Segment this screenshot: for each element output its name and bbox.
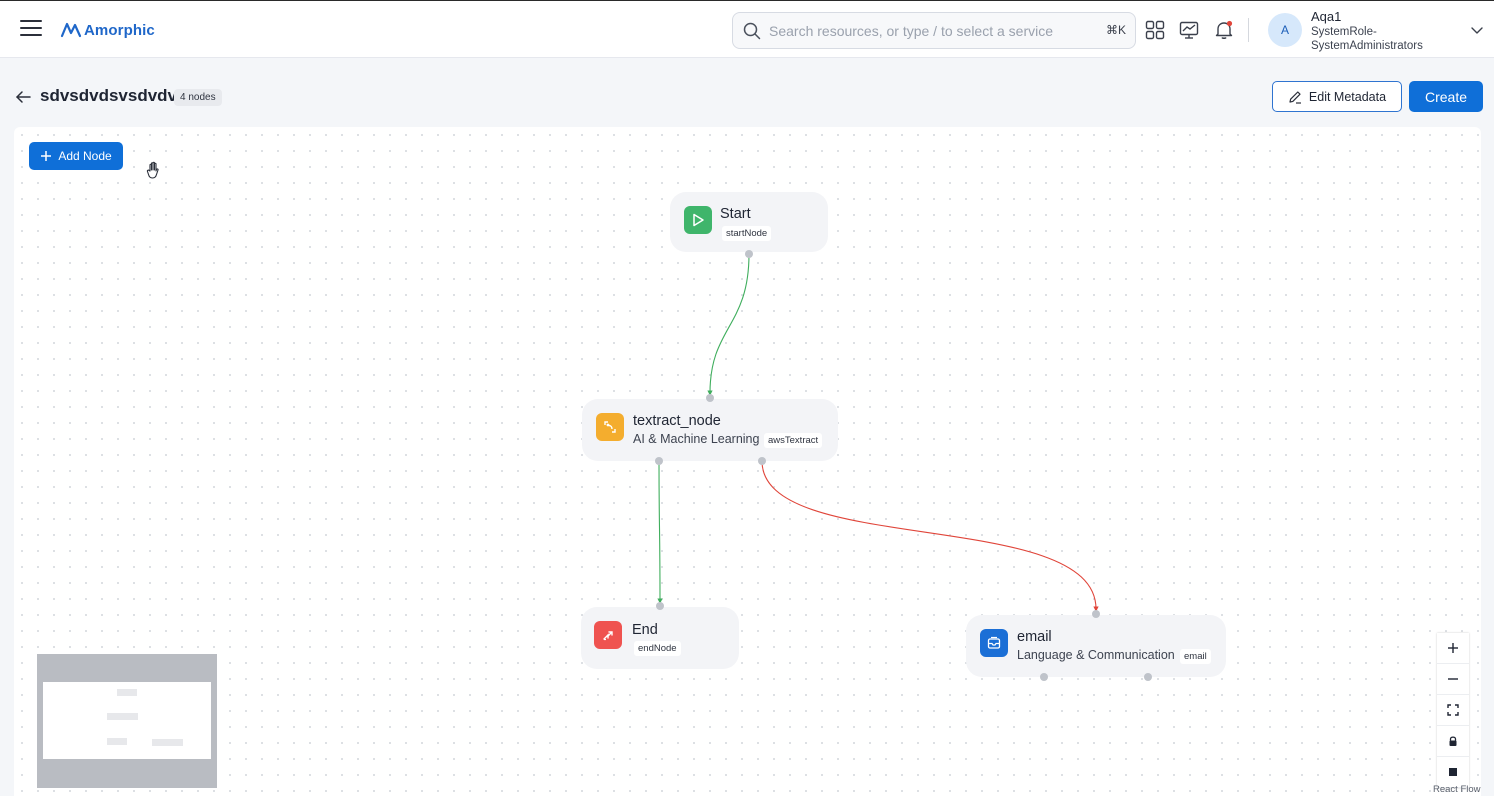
node-tag: awsTextract: [764, 433, 823, 448]
zoom-in-button[interactable]: [1437, 633, 1469, 664]
page-title: sdvsdvdsvsdvdv: [40, 86, 178, 105]
minimap-node: [107, 713, 138, 720]
node-title: textract_node: [633, 413, 721, 429]
node-category: AI & Machine Learning: [633, 432, 760, 446]
back-arrow-icon[interactable]: [14, 87, 34, 107]
avatar[interactable]: A: [1268, 13, 1302, 47]
email-icon: [980, 629, 1008, 657]
node-tag: endNode: [634, 641, 681, 656]
bell-icon[interactable]: [1214, 20, 1236, 42]
end-node[interactable]: End endNode: [581, 607, 739, 669]
node-title: End: [632, 622, 658, 638]
node-title: email: [1017, 629, 1052, 645]
search-input[interactable]: [769, 22, 1099, 39]
pencil-icon: [1289, 90, 1301, 104]
user-role: SystemRole-SystemAdministrators: [1311, 26, 1423, 52]
create-button[interactable]: Create: [1409, 81, 1483, 112]
nodes-count-badge: 4 nodes: [174, 89, 222, 106]
email-failure-handle[interactable]: [1144, 673, 1152, 681]
node-category: Language & Communication: [1017, 648, 1175, 662]
search-icon: [743, 22, 761, 39]
email-target-handle[interactable]: [1092, 610, 1100, 618]
email-node[interactable]: email Language & Communication email: [966, 615, 1226, 677]
edge-textract-email[interactable]: [761, 460, 1099, 612]
plus-icon: [1448, 643, 1458, 653]
minus-icon: [1448, 678, 1458, 680]
edit-metadata-label: Edit Metadata: [1308, 89, 1387, 104]
edge-textract-end[interactable]: [657, 460, 663, 604]
start-source-handle[interactable]: [745, 250, 753, 258]
fit-view-button[interactable]: [1437, 695, 1469, 726]
search-box[interactable]: ⌘K: [732, 12, 1136, 49]
textract-target-handle[interactable]: [706, 394, 714, 402]
toolbar-divider: [1248, 18, 1249, 42]
minimap[interactable]: [37, 654, 217, 788]
email-success-handle[interactable]: [1040, 673, 1048, 681]
minimap-node: [117, 689, 137, 696]
search-shortcut: ⌘K: [1105, 23, 1126, 37]
start-node[interactable]: Start startNode: [670, 192, 828, 252]
textract-success-handle[interactable]: [655, 457, 663, 465]
fit-view-icon: [1447, 704, 1459, 716]
amorphic-logo-icon: [60, 22, 82, 38]
node-tag: startNode: [722, 226, 772, 241]
menu-icon[interactable]: [20, 20, 42, 38]
minimap-viewport[interactable]: [43, 682, 211, 759]
monitor-chart-icon[interactable]: [1179, 20, 1201, 42]
square-icon: [1449, 768, 1457, 776]
node-title: Start: [720, 206, 751, 222]
logo-text: Amorphic: [84, 21, 155, 39]
flow-controls: [1437, 633, 1469, 788]
react-flow-attribution[interactable]: React Flow: [1433, 784, 1481, 795]
chevron-down-icon[interactable]: [1470, 23, 1484, 37]
textract-failure-handle[interactable]: [758, 457, 766, 465]
end-icon: [594, 621, 622, 649]
edge-start-textract[interactable]: [707, 253, 750, 396]
minimap-node: [152, 739, 183, 746]
flow-canvas[interactable]: Add Node Start startNode textract_node A…: [14, 127, 1481, 796]
zoom-out-button[interactable]: [1437, 664, 1469, 695]
textract-node[interactable]: textract_node AI & Machine Learning awsT…: [582, 399, 838, 461]
textract-icon: [596, 413, 624, 441]
node-tag: email: [1180, 649, 1211, 664]
lock-icon: [1449, 736, 1457, 746]
amorphic-logo[interactable]: Amorphic: [60, 17, 155, 43]
grid-icon[interactable]: [1145, 20, 1167, 42]
end-target-handle[interactable]: [656, 602, 664, 610]
play-icon: [684, 206, 712, 234]
minimap-node: [107, 738, 127, 745]
lock-button[interactable]: [1437, 726, 1469, 757]
user-name: Aqa1: [1311, 9, 1342, 24]
top-bar: Amorphic ⌘K A Aqa1 SystemRole-SystemAdmi…: [0, 0, 1494, 58]
edit-metadata-button[interactable]: Edit Metadata: [1272, 81, 1402, 112]
